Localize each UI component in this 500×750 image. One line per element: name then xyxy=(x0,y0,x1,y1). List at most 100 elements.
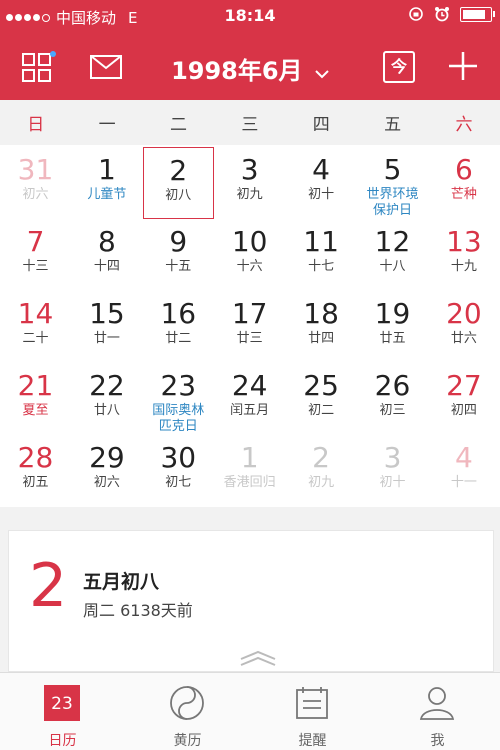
tab-bar: 23 日历 黄历 提醒 我 xyxy=(0,672,500,750)
lunar-label: 夏至 xyxy=(22,403,49,418)
lunar-label: 二十 xyxy=(22,331,49,346)
day-cell[interactable]: 12 十八 xyxy=(357,219,428,291)
tab-me[interactable]: 我 xyxy=(375,673,500,750)
day-number: 9 xyxy=(169,225,188,258)
day-number: 28 xyxy=(17,441,54,474)
lunar-label: 初三 xyxy=(379,403,406,418)
day-cell[interactable]: 31 初六 xyxy=(0,147,71,219)
selected-day-number: 2 xyxy=(29,551,68,621)
lunar-label: 初四 xyxy=(450,403,477,418)
lunar-label: 初十 xyxy=(308,187,335,202)
lunar-label: 世界环境保护日 xyxy=(366,187,419,218)
day-cell[interactable]: 16 廿二 xyxy=(143,291,214,363)
day-cell[interactable]: 21 夏至 xyxy=(0,363,71,435)
today-button[interactable]: 今 xyxy=(383,51,415,83)
today-label: 今 xyxy=(390,57,407,76)
notepad-icon xyxy=(296,687,328,719)
lunar-label: 国际奥林匹克日 xyxy=(152,403,205,434)
day-cell[interactable]: 29 初六 xyxy=(71,435,142,507)
lunar-label: 初七 xyxy=(165,475,192,490)
day-number: 12 xyxy=(374,225,411,258)
day-cell[interactable]: 1 香港回归 xyxy=(214,435,285,507)
day-number: 26 xyxy=(374,369,411,402)
day-cell[interactable]: 25 初二 xyxy=(286,363,357,435)
lunar-label: 初九 xyxy=(236,187,263,202)
day-number: 22 xyxy=(89,369,125,402)
day-cell[interactable]: 3 初十 xyxy=(357,435,428,507)
lunar-label: 芒种 xyxy=(450,187,477,202)
day-cell[interactable]: 11 十七 xyxy=(286,219,357,291)
lunar-label: 廿二 xyxy=(165,331,192,346)
lunar-label: 十一 xyxy=(450,475,477,490)
day-number: 11 xyxy=(303,225,339,258)
day-number: 21 xyxy=(17,369,54,402)
day-number: 14 xyxy=(17,297,54,330)
day-cell[interactable]: 10 十六 xyxy=(214,219,285,291)
day-number: 7 xyxy=(26,225,45,258)
day-cell[interactable]: 4 初十 xyxy=(286,147,357,219)
day-cell[interactable]: 7 十三 xyxy=(0,219,71,291)
lunar-label: 十六 xyxy=(236,259,263,274)
day-cell[interactable]: 2 初九 xyxy=(286,435,357,507)
day-cell[interactable]: 9 十五 xyxy=(143,219,214,291)
day-cell[interactable]: 5 世界环境保护日 xyxy=(357,147,428,219)
day-cell[interactable]: 17 廿三 xyxy=(214,291,285,363)
day-number: 30 xyxy=(160,441,197,474)
day-cell[interactable]: 27 初四 xyxy=(428,363,499,435)
lunar-label: 廿八 xyxy=(93,403,120,418)
battery-icon xyxy=(460,6,495,22)
day-detail-panel[interactable]: 2 五月初八 周二 6138天前 xyxy=(8,530,494,672)
day-number: 1 xyxy=(240,441,259,474)
lunar-label: 香港回归 xyxy=(223,475,276,490)
day-cell[interactable]: 28 初五 xyxy=(0,435,71,507)
day-number: 20 xyxy=(446,297,482,330)
calendar-grid: 31 初六 1 儿童节 2 初八 3 初九 4 初十 5 世界环境保护日 6 芒种 7 十三 8 十四 9 十五 10 十… xyxy=(0,145,500,507)
weekday-sun: 日 xyxy=(27,115,45,135)
day-cell[interactable]: 19 廿五 xyxy=(357,291,428,363)
day-cell[interactable]: 6 芒种 xyxy=(428,147,499,219)
orientation-lock-icon xyxy=(409,7,423,21)
day-number: 10 xyxy=(231,225,268,258)
weekday-wed: 三 xyxy=(241,115,259,135)
day-number: 24 xyxy=(231,369,268,402)
day-cell[interactable]: 30 初七 xyxy=(143,435,214,507)
chevron-up-icon[interactable] xyxy=(239,649,277,667)
weekday-days-ago: 周二 6138天前 xyxy=(83,601,193,620)
lunar-label: 十八 xyxy=(379,259,406,274)
day-cell[interactable]: 1 儿童节 xyxy=(71,147,142,219)
day-cell[interactable]: 26 初三 xyxy=(357,363,428,435)
day-cell[interactable]: 2 初八 xyxy=(142,147,214,219)
tab-reminder[interactable]: 提醒 xyxy=(250,673,375,750)
day-cell[interactable]: 23 国际奥林匹克日 xyxy=(143,363,214,435)
lunar-label: 儿童节 xyxy=(87,187,127,202)
day-cell[interactable]: 18 廿四 xyxy=(286,291,357,363)
day-number: 2 xyxy=(169,154,188,187)
lunar-label: 十四 xyxy=(93,259,120,274)
day-cell[interactable]: 20 廿六 xyxy=(428,291,499,363)
tab-label: 提醒 xyxy=(298,733,327,749)
tab-label: 我 xyxy=(430,733,445,749)
day-cell[interactable]: 4 十一 xyxy=(428,435,499,507)
month-selector[interactable]: 1998年6月 xyxy=(0,51,500,86)
day-cell[interactable]: 24 闰五月 xyxy=(214,363,285,435)
tab-calendar[interactable]: 23 日历 xyxy=(0,673,125,750)
lunar-label: 十五 xyxy=(165,259,192,274)
lunar-label: 初五 xyxy=(22,475,49,490)
day-number: 5 xyxy=(383,153,402,186)
lunar-label: 廿三 xyxy=(236,331,263,346)
day-cell[interactable]: 13 十九 xyxy=(428,219,499,291)
lunar-label: 初六 xyxy=(22,187,49,202)
day-cell[interactable]: 3 初九 xyxy=(214,147,285,219)
day-number: 3 xyxy=(240,153,259,186)
day-cell[interactable]: 8 十四 xyxy=(71,219,142,291)
day-cell[interactable]: 14 二十 xyxy=(0,291,71,363)
tab-label: 日历 xyxy=(48,733,77,749)
day-number: 8 xyxy=(97,225,116,258)
tab-almanac[interactable]: 黄历 xyxy=(125,673,250,750)
day-cell[interactable]: 15 廿一 xyxy=(71,291,142,363)
day-number: 25 xyxy=(303,369,339,402)
add-icon[interactable] xyxy=(448,51,478,81)
month-title: 1998年6月 xyxy=(171,57,303,85)
lunar-label: 初二 xyxy=(308,403,335,418)
day-cell[interactable]: 22 廿八 xyxy=(71,363,142,435)
